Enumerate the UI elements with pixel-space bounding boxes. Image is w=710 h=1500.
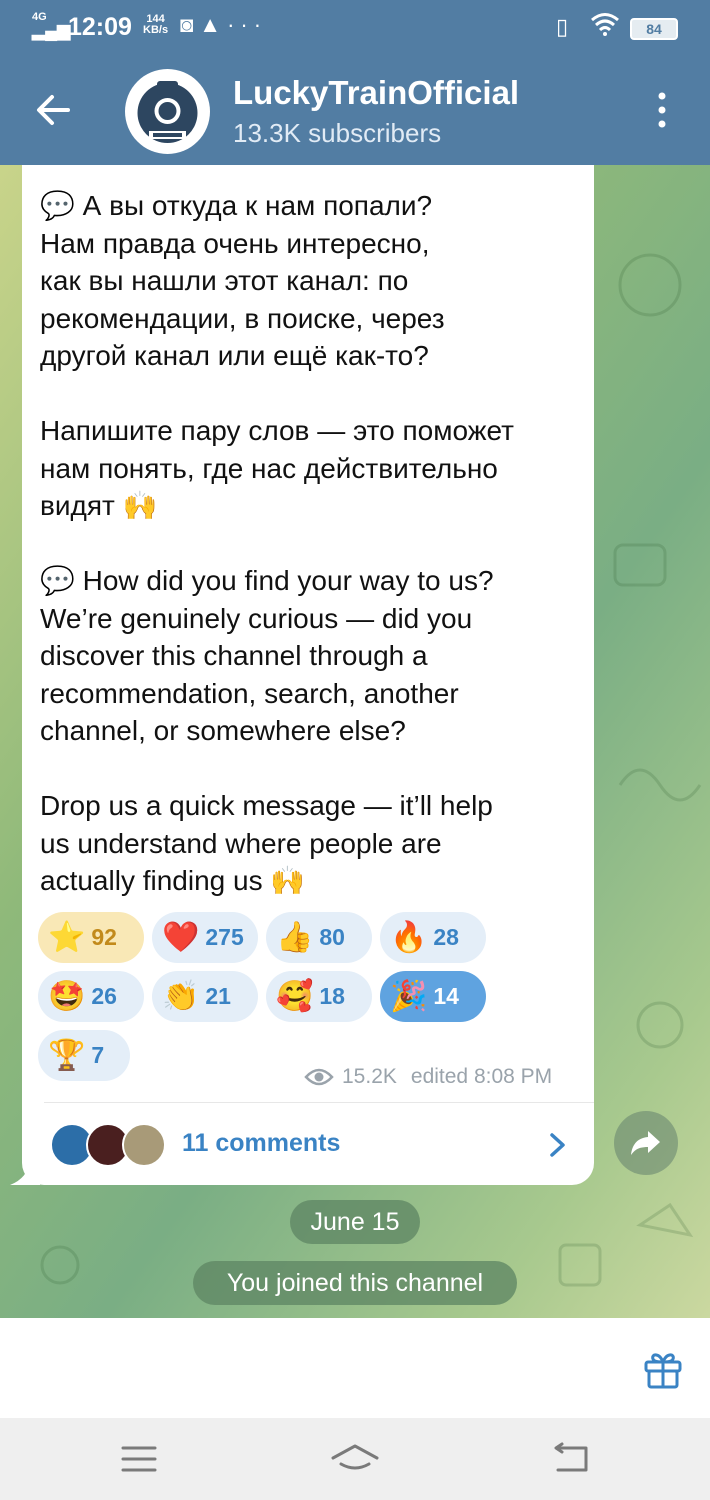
net-speed: 144 KB/s [143, 14, 168, 36]
reaction-row: 🤩 26 👏 21 🥰 18 🎉 14 [38, 971, 578, 1022]
reaction-count: 28 [433, 924, 459, 950]
reactions: ⭐ 92 ❤️ 275 👍 80 🔥 28 🤩 26 👏 21 🥰 18 🎉 1… [38, 912, 578, 1089]
clap-icon: 👏 [162, 979, 200, 1013]
reaction-count: 21 [205, 983, 231, 1009]
back-nav-button[interactable] [548, 1442, 596, 1476]
view-count: 15.2K [342, 1065, 397, 1088]
reaction-party-popper[interactable]: 🎉 14 [380, 971, 486, 1022]
comments-count: 11 comments [182, 1129, 341, 1157]
star-icon: ⭐ [48, 920, 86, 954]
gift-button[interactable] [642, 1348, 684, 1390]
bottom-bar [0, 1318, 710, 1418]
reaction-count: 18 [319, 983, 345, 1009]
system-nav-bar [0, 1418, 710, 1500]
network-indicator: 4G ▂▄▆ [32, 12, 71, 40]
more-options-button[interactable] [650, 90, 674, 130]
share-arrow-icon [631, 1131, 660, 1155]
top-bar: 4G ▂▄▆ 12:09 144 KB/s ◙▲··· ▯ 84 LuckyTr… [0, 0, 710, 165]
date-pill: June 15 [290, 1200, 420, 1244]
home-icon [331, 1444, 379, 1470]
fire-icon: 🔥 [390, 920, 428, 954]
reaction-count: 92 [91, 924, 117, 950]
reaction-count: 14 [433, 983, 459, 1009]
back-nav-icon [554, 1442, 588, 1472]
gift-icon [644, 1353, 682, 1389]
wifi-glyph [591, 13, 619, 36]
subscriber-count: 13.3K subscribers [233, 118, 442, 148]
wifi-icon [590, 12, 620, 43]
star-struck-icon: 🤩 [48, 979, 86, 1013]
thumbs-up-icon: 👍 [276, 920, 314, 954]
heart-icon: ❤️ [162, 920, 200, 954]
post-meta: 15.2K edited 8:08 PM [304, 1065, 552, 1089]
trophy-icon: 🏆 [48, 1038, 86, 1072]
reaction-star-struck[interactable]: 🤩 26 [38, 971, 144, 1022]
reaction-trophy[interactable]: 🏆 7 [38, 1030, 130, 1081]
share-button[interactable] [614, 1111, 678, 1175]
menu-icon [121, 1446, 157, 1472]
comments-button[interactable]: 11 comments [22, 1103, 594, 1185]
notification-icons: ◙▲··· [180, 12, 267, 38]
eye-icon [304, 1068, 334, 1086]
signal-icon: ▂▄▆ [32, 21, 71, 40]
reaction-fire[interactable]: 🔥 28 [380, 912, 486, 963]
recent-apps-button[interactable] [115, 1442, 163, 1476]
status-bar: 4G ▂▄▆ 12:09 144 KB/s ◙▲··· ▯ 84 [0, 0, 710, 56]
reaction-count: 7 [91, 1042, 105, 1068]
post-text: 💬 А вы откуда к нам попали? Нам правда о… [40, 190, 514, 896]
more-notifications-icon: ··· [227, 12, 268, 37]
chevron-right-icon [550, 1133, 565, 1157]
reaction-thumbs-up[interactable]: 👍 80 [266, 912, 372, 963]
reaction-count: 275 [205, 924, 244, 950]
service-message: You joined this channel [193, 1261, 517, 1305]
channel-header[interactable]: LuckyTrainOfficial 13.3K subscribers [0, 56, 710, 165]
smiling-face-with-hearts-icon: 🥰 [276, 979, 314, 1013]
reaction-smiling-hearts[interactable]: 🥰 18 [266, 971, 372, 1022]
chat-area[interactable]: 💬 А вы откуда к нам попали? Нам правда о… [0, 165, 710, 1318]
reaction-count: 26 [91, 983, 117, 1009]
arrow-left-icon [37, 95, 70, 125]
reaction-row: ⭐ 92 ❤️ 275 👍 80 🔥 28 [38, 912, 578, 963]
channel-title: LuckyTrainOfficial [233, 74, 520, 111]
home-button[interactable] [331, 1442, 379, 1476]
vibrate-icon: ▯ [556, 14, 569, 39]
back-button[interactable] [30, 86, 78, 134]
party-popper-icon: 🎉 [390, 979, 428, 1013]
alert-icon: ▲ [199, 12, 228, 37]
reaction-heart[interactable]: ❤️ 275 [152, 912, 258, 963]
reaction-count: 80 [319, 924, 345, 950]
channel-post[interactable]: 💬 А вы откуда к нам попали? Нам правда о… [22, 165, 594, 1185]
commenter-avatar [122, 1123, 166, 1167]
net-speed-unit: KB/s [143, 24, 169, 36]
more-vertical-icon [658, 92, 666, 128]
edited-time: edited 8:08 PM [410, 1065, 553, 1088]
battery-indicator: 84 [630, 18, 678, 40]
channel-avatar[interactable] [125, 69, 210, 154]
train-logo-icon [125, 69, 210, 154]
reaction-clap[interactable]: 👏 21 [152, 971, 258, 1022]
clock: 12:09 [68, 13, 132, 41]
reaction-star[interactable]: ⭐ 92 [38, 912, 144, 963]
instagram-icon: ◙ [180, 12, 200, 37]
